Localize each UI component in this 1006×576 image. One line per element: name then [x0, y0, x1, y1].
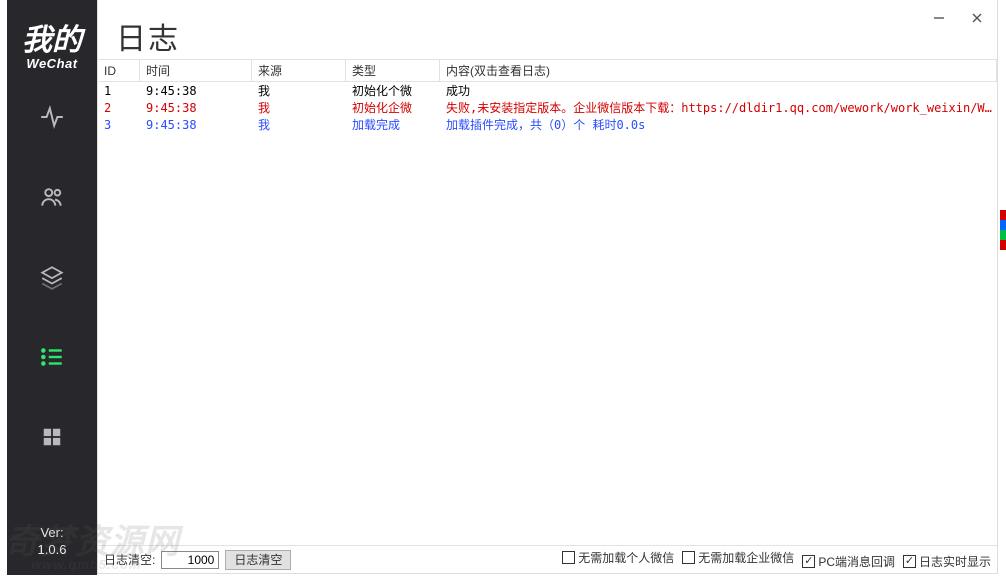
header-time[interactable]: 时间 — [140, 60, 252, 81]
window-controls — [929, 8, 987, 28]
log-cell: 3 — [98, 118, 140, 132]
page-title: 日志 — [116, 14, 180, 58]
header-id[interactable]: ID — [98, 60, 140, 81]
log-cell: 我 — [252, 82, 346, 99]
log-row[interactable]: 29:45:38我初始化企微失败,未安装指定版本。企业微信版本下载：https:… — [98, 99, 997, 116]
grid-icon[interactable] — [38, 423, 66, 451]
sidebar-nav — [7, 103, 97, 451]
list-icon[interactable] — [38, 343, 66, 371]
logo-main-text: 我的 — [22, 26, 82, 56]
log-cell: 初始化企微 — [346, 99, 440, 116]
sidebar: 我的 WeChat Ver: 1.0.6 — [7, 0, 97, 575]
checkbox-0[interactable]: 无需加载个人微信 — [562, 549, 674, 566]
log-row[interactable]: 19:45:38我初始化个微成功 — [98, 82, 997, 99]
header-source[interactable]: 来源 — [252, 60, 346, 81]
log-table-header: ID 时间 来源 类型 内容(双击查看日志) — [98, 60, 997, 82]
log-cell: 加载完成 — [346, 116, 440, 133]
log-cell: 2 — [98, 101, 140, 115]
log-cell: 9:45:38 — [140, 118, 252, 132]
log-row[interactable]: 39:45:38我加载完成加载插件完成，共（0）个 耗时0.0s — [98, 116, 997, 133]
log-clear-button[interactable]: 日志清空 — [225, 550, 291, 570]
footer-bar: 日志清空: 日志清空 无需加载个人微信无需加载企业微信✓PC端消息回调✓日志实时… — [98, 545, 997, 573]
titlebar: 日志 — [98, 0, 997, 60]
log-cell: 加载插件完成，共（0）个 耗时0.0s — [440, 116, 997, 133]
checkbox-box-icon: ✓ — [903, 555, 916, 568]
log-cell: 9:45:38 — [140, 84, 252, 98]
header-content[interactable]: 内容(双击查看日志) — [440, 60, 997, 81]
close-button[interactable] — [967, 8, 987, 28]
checkbox-label: 无需加载企业微信 — [698, 549, 794, 566]
main-panel: 日志 ID 时间 来源 类型 内容(双击查看日志) 19:45:38我初始化个微… — [97, 0, 998, 574]
minimize-button[interactable] — [929, 8, 949, 28]
log-cell: 我 — [252, 99, 346, 116]
version-value: 1.0.6 — [38, 542, 67, 557]
log-cell: 9:45:38 — [140, 101, 252, 115]
version-prefix: Ver: — [40, 525, 63, 540]
checkbox-label: 无需加载个人微信 — [578, 549, 674, 566]
checkbox-label: 日志实时显示 — [919, 553, 991, 570]
checkbox-1[interactable]: 无需加载企业微信 — [682, 549, 794, 566]
log-cell: 1 — [98, 84, 140, 98]
edge-decoration — [1000, 210, 1006, 270]
activity-icon[interactable] — [38, 103, 66, 131]
layers-icon[interactable] — [38, 263, 66, 291]
log-clear-label: 日志清空: — [104, 551, 155, 568]
checkbox-box-icon — [562, 551, 575, 564]
log-table-body[interactable]: 19:45:38我初始化个微成功29:45:38我初始化企微失败,未安装指定版本… — [98, 82, 997, 133]
app-logo: 我的 WeChat — [22, 26, 82, 71]
checkbox-3[interactable]: ✓日志实时显示 — [903, 553, 991, 570]
checkbox-2[interactable]: ✓PC端消息回调 — [802, 553, 895, 570]
log-cell: 我 — [252, 116, 346, 133]
logo-sub-text: WeChat — [22, 56, 82, 71]
users-icon[interactable] — [38, 183, 66, 211]
checkbox-label: PC端消息回调 — [818, 553, 895, 570]
version-label: Ver: 1.0.6 — [7, 525, 97, 559]
log-cell: 初始化个微 — [346, 82, 440, 99]
log-cell: 成功 — [440, 82, 997, 99]
header-type[interactable]: 类型 — [346, 60, 440, 81]
checkbox-box-icon: ✓ — [802, 555, 815, 568]
log-limit-input[interactable] — [161, 551, 219, 569]
checkbox-box-icon — [682, 551, 695, 564]
log-cell: 失败,未安装指定版本。企业微信版本下载：https://dldir1.qq.co… — [440, 99, 997, 116]
